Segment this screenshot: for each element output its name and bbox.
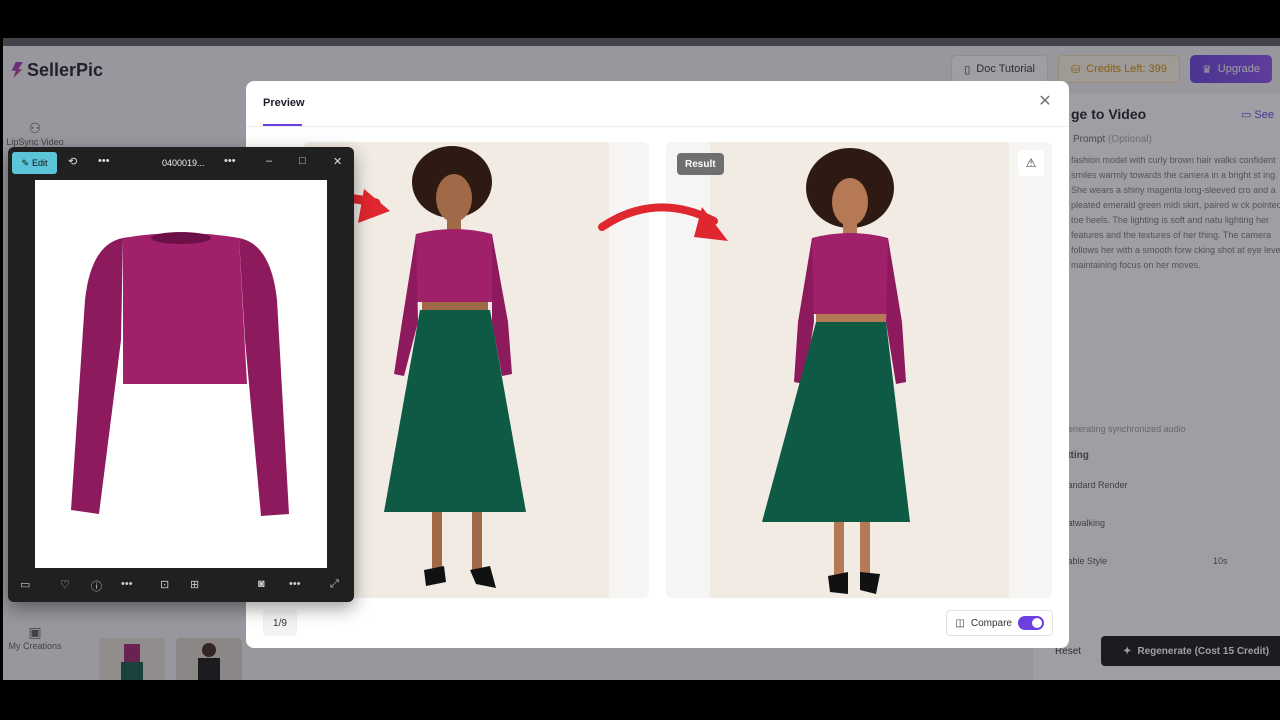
edit-label: Edit: [32, 158, 48, 168]
viewer-image: [35, 180, 327, 568]
split-view-icon: ◫: [955, 617, 965, 629]
more-icon[interactable]: •••: [121, 578, 133, 590]
fullscreen-icon[interactable]: ⤢: [330, 578, 339, 591]
close-icon[interactable]: ✕: [333, 155, 342, 168]
info-icon[interactable]: ⓘ: [91, 578, 102, 594]
compare-label: Compare: [970, 617, 1012, 629]
more-icon[interactable]: •••: [224, 155, 236, 167]
compare-toggle[interactable]: ◫ Compare: [946, 610, 1053, 636]
page-counter: 1/9: [263, 610, 297, 636]
edit-icon: ✎: [21, 157, 30, 168]
image-viewer-window: ✎ Edit ⟲ ••• 0400019... ••• – □ ✕ ▭ ♡ ⓘ …: [8, 147, 354, 602]
annotation-arrows: [251, 189, 728, 241]
heart-icon[interactable]: ♡: [60, 578, 70, 591]
garment-image: [71, 232, 289, 516]
maximize-icon[interactable]: □: [299, 155, 306, 167]
viewer-toolbar: ▭ ♡ ⓘ ••• ⊡ ⊞ ◙ ••• ⤢: [8, 568, 354, 602]
edit-button[interactable]: ✎ Edit: [12, 152, 57, 174]
more-icon[interactable]: •••: [98, 155, 110, 167]
viewer-titlebar: ✎ Edit ⟲ ••• 0400019... ••• – □ ✕: [8, 147, 354, 179]
text-scan-icon[interactable]: ⊞: [190, 578, 199, 591]
compare-switch[interactable]: [1018, 616, 1044, 630]
file-name: 0400019...: [162, 158, 205, 168]
preview-modal: Preview ✕ Result ⚠ 1/9 ◫ Compare: [246, 81, 1069, 648]
visual-search-icon[interactable]: ⊡: [160, 578, 169, 591]
capture-icon[interactable]: ◙: [258, 578, 265, 590]
filmstrip-icon[interactable]: ▭: [20, 578, 30, 591]
rotate-icon[interactable]: ⟲: [68, 155, 77, 168]
minimize-icon[interactable]: –: [266, 155, 272, 167]
more-icon[interactable]: •••: [289, 578, 301, 590]
